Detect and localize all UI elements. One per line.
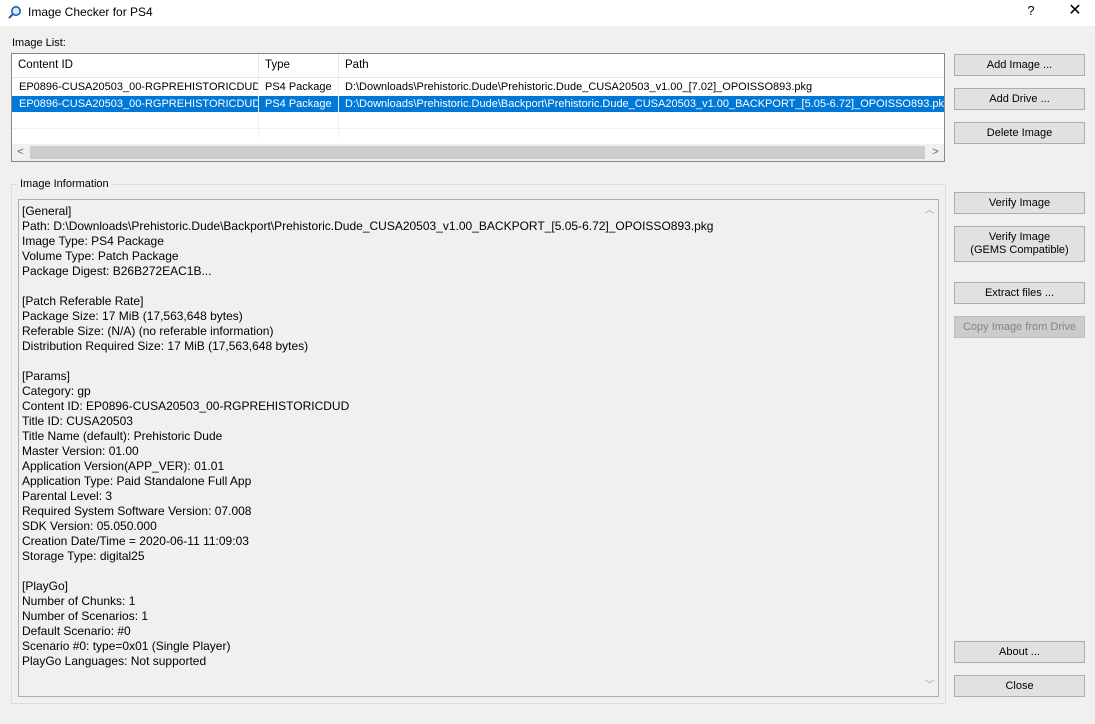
- delete-image-button[interactable]: Delete Image: [954, 122, 1085, 144]
- verify-gems-label-line2: (GEMS Compatible): [970, 244, 1069, 256]
- extract-files-button[interactable]: Extract files ...: [954, 282, 1085, 304]
- row-content-id: EP0896-CUSA20503_00-RGPREHISTORICDUD: [19, 98, 259, 110]
- column-header-type[interactable]: Type: [259, 54, 339, 77]
- image-list-header: Content ID Type Path: [12, 54, 944, 78]
- close-button[interactable]: Close: [954, 675, 1085, 697]
- table-row-selected[interactable]: EP0896-CUSA20503_00-RGPREHISTORICDUD PS4…: [12, 96, 944, 112]
- verify-image-gems-button[interactable]: Verify Image (GEMS Compatible): [954, 226, 1085, 262]
- grid-line: [12, 128, 944, 129]
- add-image-button[interactable]: Add Image ...: [954, 54, 1085, 76]
- copy-image-from-drive-button[interactable]: Copy Image from Drive: [954, 316, 1085, 338]
- add-drive-button[interactable]: Add Drive ...: [954, 88, 1085, 110]
- image-list[interactable]: Content ID Type Path EP0896-CUSA20503_00…: [11, 53, 945, 162]
- about-button[interactable]: About ...: [954, 641, 1085, 663]
- scroll-left-arrow-icon[interactable]: <: [12, 144, 29, 161]
- row-path: D:\Downloads\Prehistoric.Dude\Prehistori…: [345, 81, 813, 93]
- grid-line: [258, 77, 259, 139]
- verify-gems-label-line1: Verify Image: [988, 231, 1051, 243]
- help-button[interactable]: ?: [1016, 0, 1046, 22]
- window-close-button[interactable]: ✕: [1058, 0, 1092, 22]
- app-magnifier-icon: [8, 6, 21, 19]
- image-information-label: Image Information: [17, 177, 112, 191]
- row-path: D:\Downloads\Prehistoric.Dude\Backport\P…: [345, 98, 944, 110]
- image-information-text: [General] Path: D:\Downloads\Prehistoric…: [22, 204, 714, 668]
- row-content-id: EP0896-CUSA20503_00-RGPREHISTORICDUD: [19, 81, 259, 93]
- grid-line: [338, 77, 339, 139]
- row-type: PS4 Package: [265, 81, 332, 93]
- column-header-path[interactable]: Path: [339, 54, 944, 77]
- title-bar: Image Checker for PS4 ? ✕: [0, 0, 1095, 26]
- horizontal-scroll-thumb[interactable]: [30, 146, 925, 159]
- verify-image-button[interactable]: Verify Image: [954, 192, 1085, 214]
- scroll-right-arrow-icon[interactable]: >: [927, 144, 944, 161]
- scroll-down-arrow-icon[interactable]: ﹀: [921, 677, 938, 694]
- scroll-up-arrow-icon[interactable]: ︿: [921, 202, 938, 219]
- table-row[interactable]: EP0896-CUSA20503_00-RGPREHISTORICDUD PS4…: [12, 79, 944, 95]
- column-header-content-id[interactable]: Content ID: [12, 54, 259, 77]
- window-title: Image Checker for PS4: [28, 5, 153, 19]
- horizontal-scrollbar[interactable]: < >: [12, 144, 944, 161]
- image-information-textbox[interactable]: [General] Path: D:\Downloads\Prehistoric…: [18, 199, 939, 697]
- row-type: PS4 Package: [265, 98, 332, 110]
- image-list-label: Image List:: [12, 37, 66, 49]
